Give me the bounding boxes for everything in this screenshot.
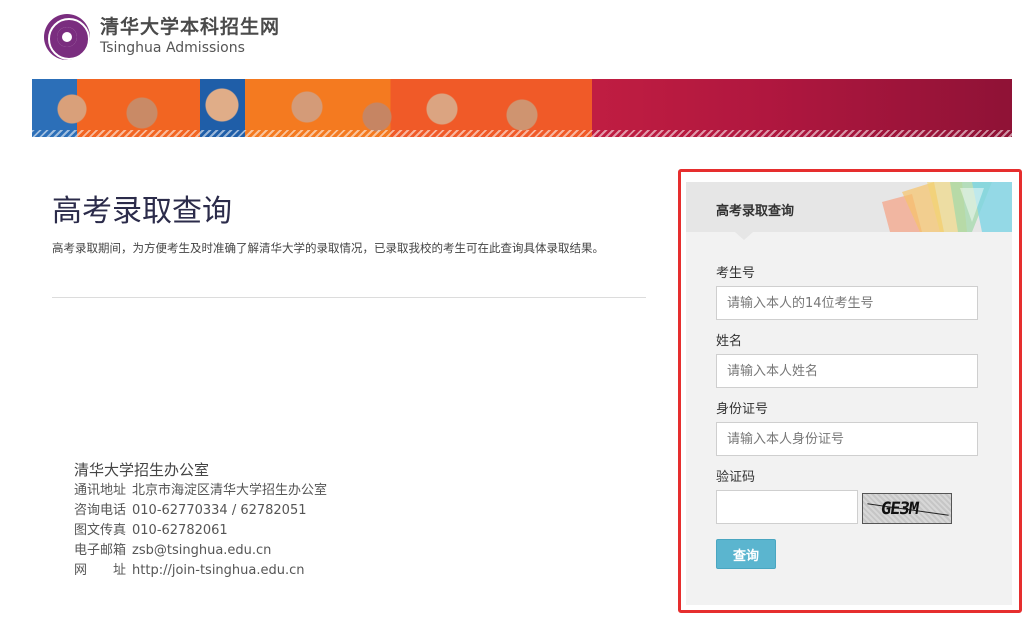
site-names: 清华大学本科招生网 Tsinghua Admissions [100,17,280,56]
address-label: 通讯地址 [74,483,127,498]
site-name-en: Tsinghua Admissions [100,40,245,57]
captcha-image[interactable]: GE3M [862,493,952,524]
site-logo[interactable]: 清华大学本科招生网 Tsinghua Admissions [44,14,280,60]
banner-photo [32,79,592,137]
id-input[interactable] [716,422,978,456]
phone-row: 咨询电话 010-62770334 / 62782051 [74,501,327,521]
email-row: 电子邮箱 zsb@tsinghua.edu.cn [74,541,327,561]
name-label: 姓名 [716,334,743,349]
banner-stripes [32,130,1012,137]
office-name: 清华大学招生办公室 [74,461,210,479]
phone-value: 010-62770334 / 62782051 [132,503,307,518]
address-value: 北京市海淀区清华大学招生办公室 [132,483,328,498]
phone-label: 咨询电话 [74,503,127,518]
decorative-polygons-icon [882,182,1012,232]
website-row: 网 址 http://join-tsinghua.edu.cn [74,561,327,581]
divider [52,297,646,298]
query-panel: 高考录取查询 考生号 姓名 身份证号 验证码 GE3M 查询 [686,182,1012,605]
tsinghua-seal-icon [44,14,90,60]
page: 清华大学本科招生网 Tsinghua Admissions 高考录取查询 高考录… [0,0,1036,627]
email-label: 电子邮箱 [74,543,127,558]
intro-text: 高考录取期间，为方便考生及时准确了解清华大学的录取情况，已录取我校的考生可在此查… [52,241,604,255]
id-label: 身份证号 [716,402,769,417]
query-submit-button[interactable]: 查询 [716,539,776,569]
query-panel-title: 高考录取查询 [716,204,795,219]
captcha-text: GE3M [879,499,920,519]
captcha-label: 验证码 [716,470,756,485]
exam-no-input[interactable] [716,286,978,320]
captcha-input[interactable] [716,490,858,524]
website-label: 网 址 [74,563,127,578]
fax-label: 图文传真 [74,523,127,538]
exam-no-label: 考生号 [716,266,756,281]
address-row: 通讯地址 北京市海淀区清华大学招生办公室 [74,481,327,501]
header-notch [735,232,753,240]
contact-info: 清华大学招生办公室 通讯地址 北京市海淀区清华大学招生办公室 咨询电话 010-62… [74,460,327,581]
fax-row: 图文传真 010-62782061 [74,521,327,541]
query-panel-header: 高考录取查询 [686,182,1012,232]
website-link[interactable]: http://join-tsinghua.edu.cn [132,561,305,581]
page-title: 高考录取查询 [52,194,232,229]
header-banner [32,79,1012,137]
site-name-cn: 清华大学本科招生网 [100,16,281,39]
name-input[interactable] [716,354,978,388]
email-value[interactable]: zsb@tsinghua.edu.cn [132,541,271,561]
fax-value: 010-62782061 [132,523,228,538]
